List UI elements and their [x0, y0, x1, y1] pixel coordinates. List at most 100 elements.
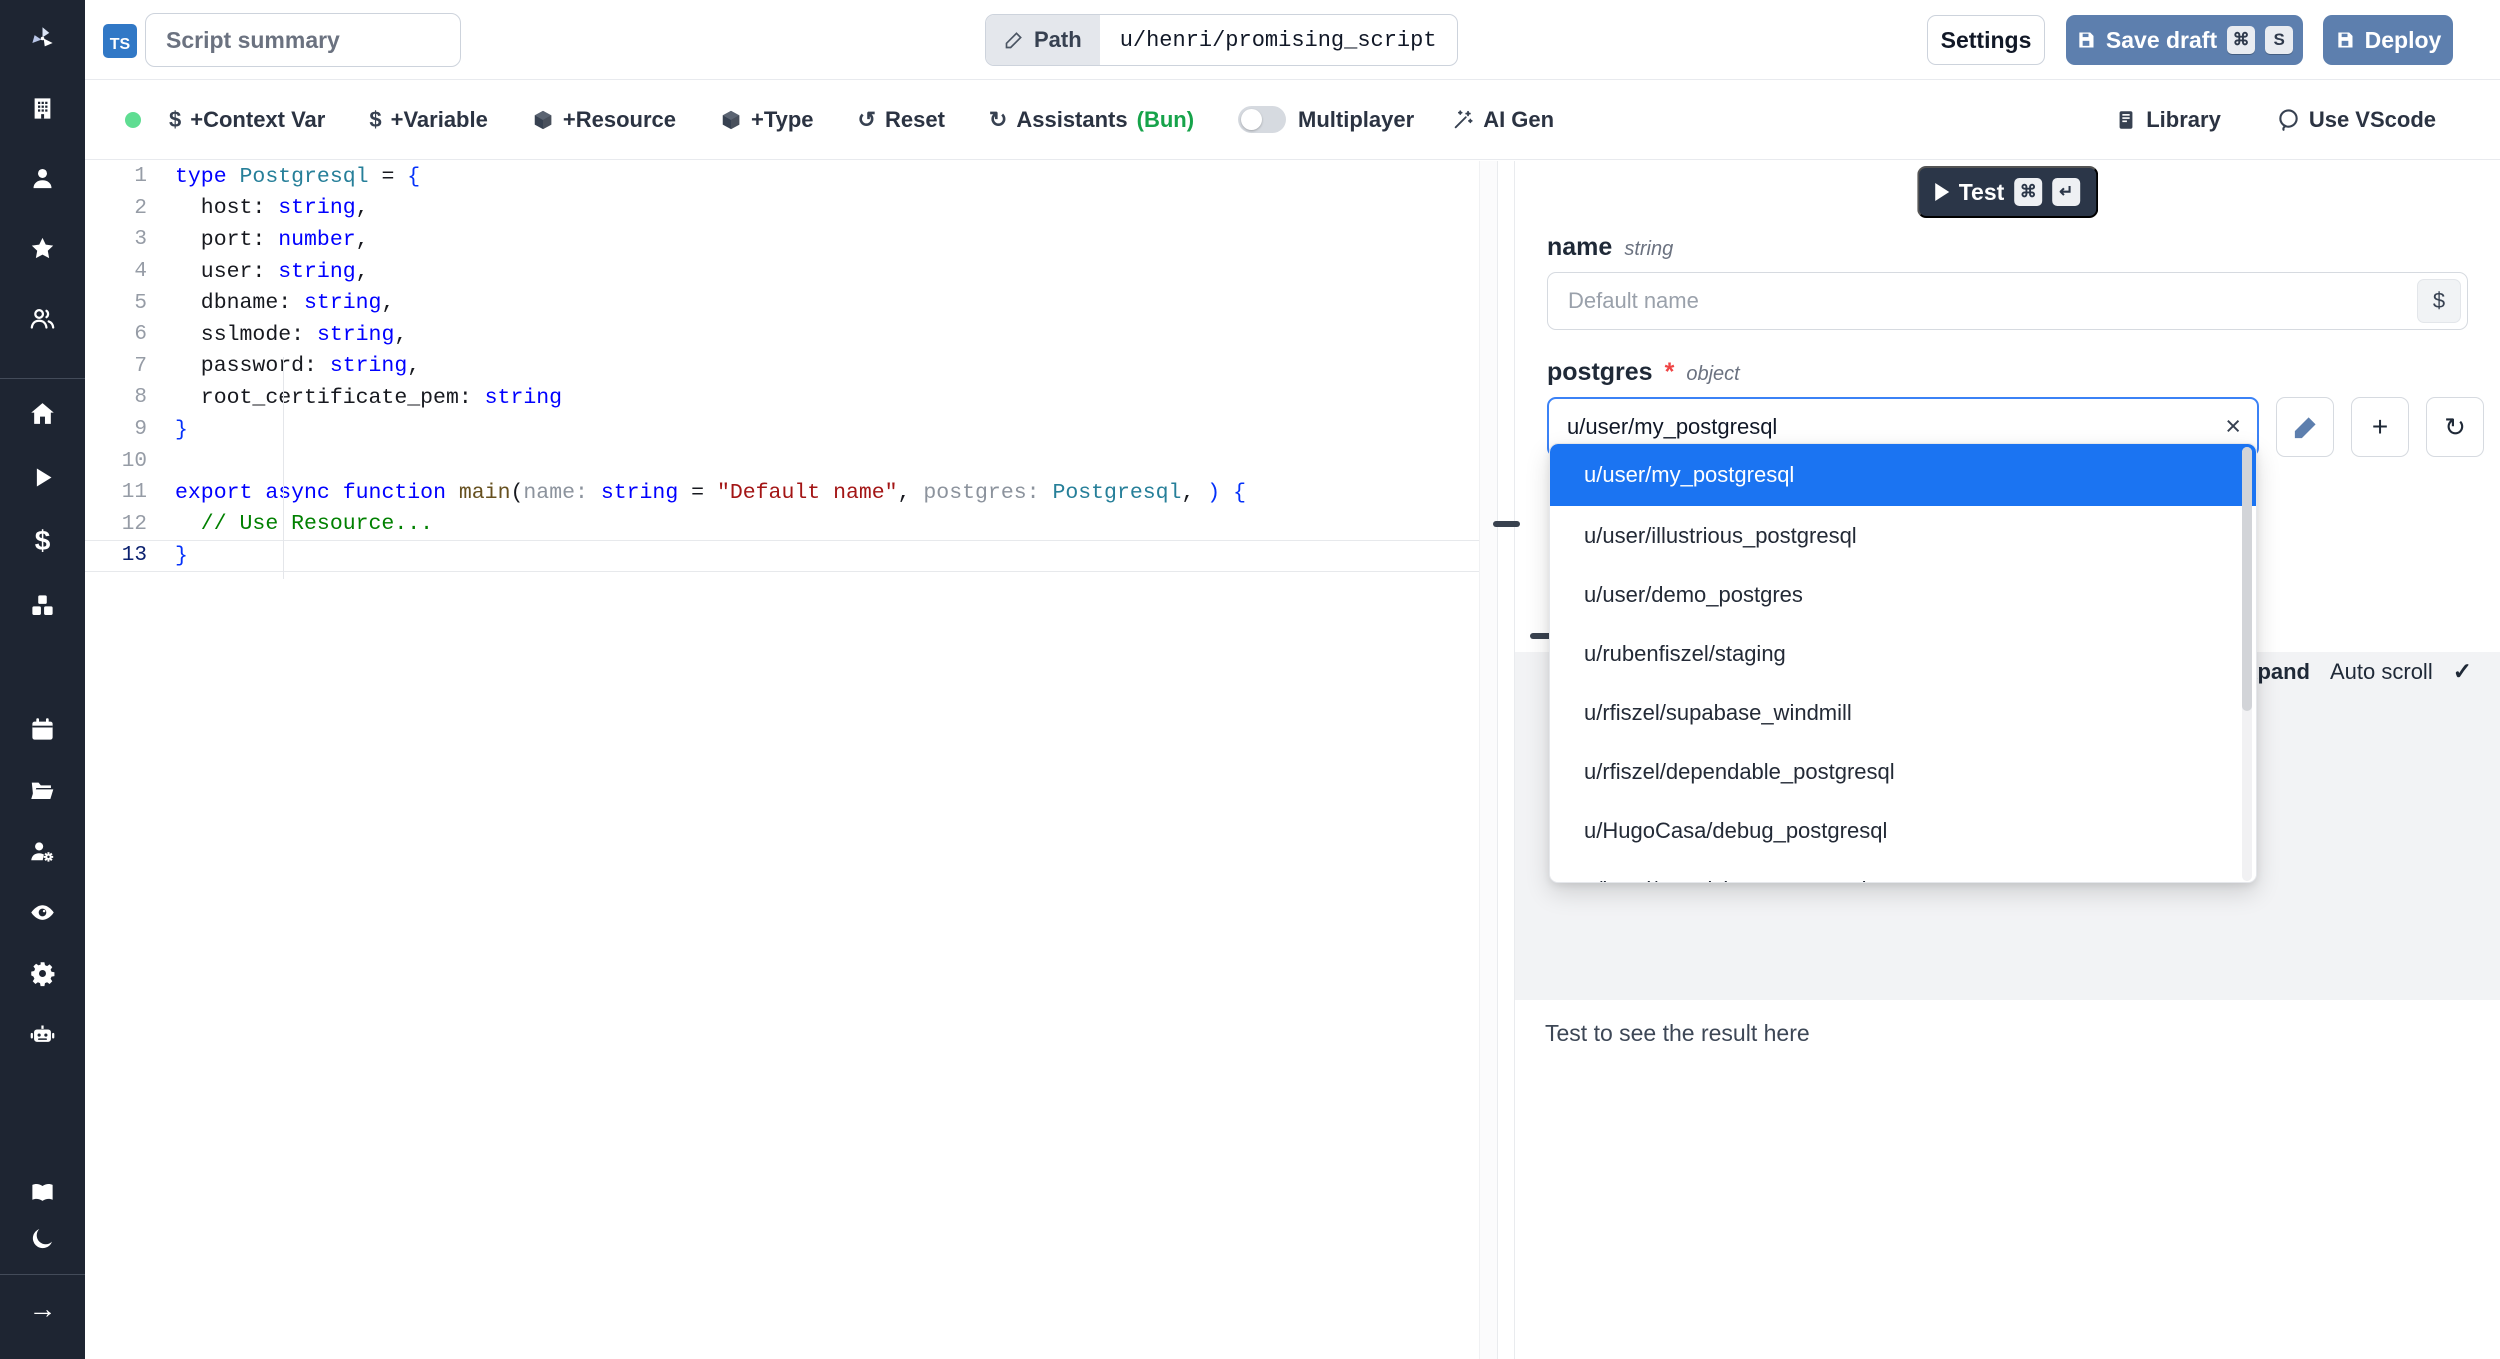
code-line[interactable]: 12 // Use Resource... [85, 509, 1497, 541]
collapse-arrow-icon[interactable]: → [21, 1287, 65, 1331]
code-line[interactable]: 7 password: string, [85, 351, 1497, 383]
windmill-logo-icon[interactable] [21, 16, 65, 60]
dropdown-option[interactable]: u/HugoCasa/debug_postgresql [1550, 801, 2256, 860]
arguments-form: name string $ postgres* object × [1547, 233, 2468, 457]
runs-play-icon[interactable] [21, 455, 65, 499]
code-line[interactable]: 9} [85, 414, 1497, 446]
dropdown-option[interactable]: u/rfiszel/dependable_postgresql [1550, 742, 2256, 801]
home-icon[interactable] [21, 391, 65, 435]
result-panel: Test to see the result here [1515, 1000, 2500, 1359]
line-number: 9 [85, 418, 147, 441]
code-line[interactable]: 10 [85, 445, 1497, 477]
dark-mode-moon-icon[interactable] [21, 1216, 65, 1260]
schedules-calendar-icon[interactable] [21, 707, 65, 751]
library-book-icon [2115, 109, 2137, 131]
multiplayer-toggle[interactable] [1238, 106, 1286, 133]
favorites-star-icon[interactable] [21, 226, 65, 270]
settings-button[interactable]: Settings [1927, 15, 2045, 65]
script-summary-input[interactable] [145, 13, 461, 67]
code-editor[interactable]: 1type Postgresql = {2 host: string,3 por… [85, 161, 1497, 1359]
reset-button[interactable]: ↺ Reset [858, 107, 945, 133]
workspace-building-icon[interactable] [21, 86, 65, 130]
name-input[interactable] [1547, 272, 2468, 330]
code-line[interactable]: 13} [85, 540, 1497, 572]
splitter-handle[interactable] [1493, 521, 1520, 527]
line-number: 3 [85, 228, 147, 251]
code-line[interactable]: 8 root_certificate_pem: string [85, 382, 1497, 414]
play-icon [1935, 183, 1949, 201]
vertical-splitter[interactable] [1497, 161, 1515, 1359]
groups-icon[interactable] [21, 296, 65, 340]
variables-dollar-icon[interactable]: $ [21, 519, 65, 563]
add-context-var-button[interactable]: $ +Context Var [169, 107, 325, 133]
clear-icon[interactable]: × [2225, 411, 2241, 442]
code-line[interactable]: 6 sslmode: string, [85, 319, 1497, 351]
code-line[interactable]: 1type Postgresql = { [85, 161, 1497, 193]
add-resource-button-form[interactable]: + [2351, 397, 2409, 457]
code-line[interactable]: 11export async function main(name: strin… [85, 477, 1497, 509]
dropdown-option[interactable]: u/user/my_postgresql [1550, 444, 2256, 506]
line-number: 12 [85, 513, 147, 536]
autoscroll-check-icon[interactable]: ✓ [2453, 658, 2472, 685]
cube-icon [532, 109, 554, 131]
ai-gen-button[interactable]: AI Gen [1452, 107, 1554, 133]
code-line[interactable]: 4 user: string, [85, 256, 1497, 288]
workers-user-gear-icon[interactable] [21, 829, 65, 873]
code-line[interactable]: 2 host: string, [85, 193, 1497, 225]
code-line[interactable]: 5 dbname: string, [85, 287, 1497, 319]
edit-resource-button[interactable] [2276, 397, 2334, 457]
dropdown-option[interactable]: u/user/demo_postgres [1550, 565, 2256, 624]
insert-variable-button[interactable]: $ [2417, 279, 2461, 323]
cmd-keycap: ⌘ [2014, 178, 2042, 206]
postgres-field-type: object [1686, 363, 1739, 386]
path-label-section: Path [986, 15, 1100, 65]
add-type-button[interactable]: +Type [720, 107, 814, 133]
dropdown-option[interactable]: u/rubenfiszel/staging [1550, 624, 2256, 683]
magic-wand-icon [1452, 109, 1474, 131]
resources-cubes-icon[interactable] [21, 583, 65, 627]
settings-gear-icon[interactable] [21, 951, 65, 995]
audit-eye-icon[interactable] [21, 890, 65, 934]
assistants-lang: (Bun) [1137, 107, 1194, 133]
sidebar-group-workspace [21, 86, 65, 366]
typescript-badge: TS [103, 24, 137, 58]
path-widget[interactable]: Path u/henri/promising_script [985, 14, 1458, 66]
sidebar-group-tools [21, 707, 65, 1073]
line-number: 8 [85, 386, 147, 409]
refresh-icon: ↻ [2444, 412, 2466, 443]
deploy-button[interactable]: Deploy [2323, 15, 2453, 65]
test-button[interactable]: Test ⌘ ↵ [1917, 166, 2099, 218]
add-variable-button[interactable]: $ +Variable [369, 107, 488, 133]
library-button[interactable]: Library [2115, 107, 2221, 133]
indent-guide [283, 357, 284, 579]
editor-toolbar: $ +Context Var $ +Variable +Resource +Ty… [85, 80, 2500, 160]
ai-robot-icon[interactable] [21, 1012, 65, 1056]
folders-icon[interactable] [21, 768, 65, 812]
user-icon[interactable] [21, 156, 65, 200]
refresh-resources-button[interactable]: ↻ [2426, 397, 2484, 457]
use-vscode-button[interactable]: Use VScode [2277, 107, 2436, 133]
code-line[interactable]: 3 port: number, [85, 224, 1497, 256]
dropdown-option[interactable]: u/user/illustrious_postgresql [1550, 506, 2256, 565]
line-number: 5 [85, 292, 147, 315]
sidebar: $ [0, 0, 85, 1359]
docs-book-icon[interactable] [21, 1170, 65, 1214]
refresh-icon: ↻ [989, 107, 1007, 133]
save-draft-button[interactable]: Save draft ⌘ S [2066, 15, 2303, 65]
name-field-type: string [1624, 238, 1673, 261]
dropdown-option[interactable]: u/rfiszel/supabase_windmill [1550, 683, 2256, 742]
dropdown-option[interactable]: u/henri/promising_postgresql [1550, 860, 2256, 883]
line-number: 11 [85, 481, 147, 504]
dropdown-scrollbar-thumb[interactable] [2242, 447, 2252, 711]
assistants-button[interactable]: ↻ Assistants (Bun) [989, 107, 1194, 133]
editor-scrollbar[interactable] [1479, 161, 1497, 1359]
reset-icon: ↺ [858, 107, 876, 133]
line-number: 13 [85, 544, 147, 567]
path-value: u/henri/promising_script [1100, 15, 1457, 65]
name-field-label: name [1547, 233, 1612, 262]
add-resource-button[interactable]: +Resource [532, 107, 676, 133]
save-icon [2076, 30, 2096, 50]
result-placeholder-text: Test to see the result here [1545, 1020, 1810, 1047]
pencil-icon [2293, 415, 2318, 440]
vscode-icon [2277, 108, 2300, 131]
